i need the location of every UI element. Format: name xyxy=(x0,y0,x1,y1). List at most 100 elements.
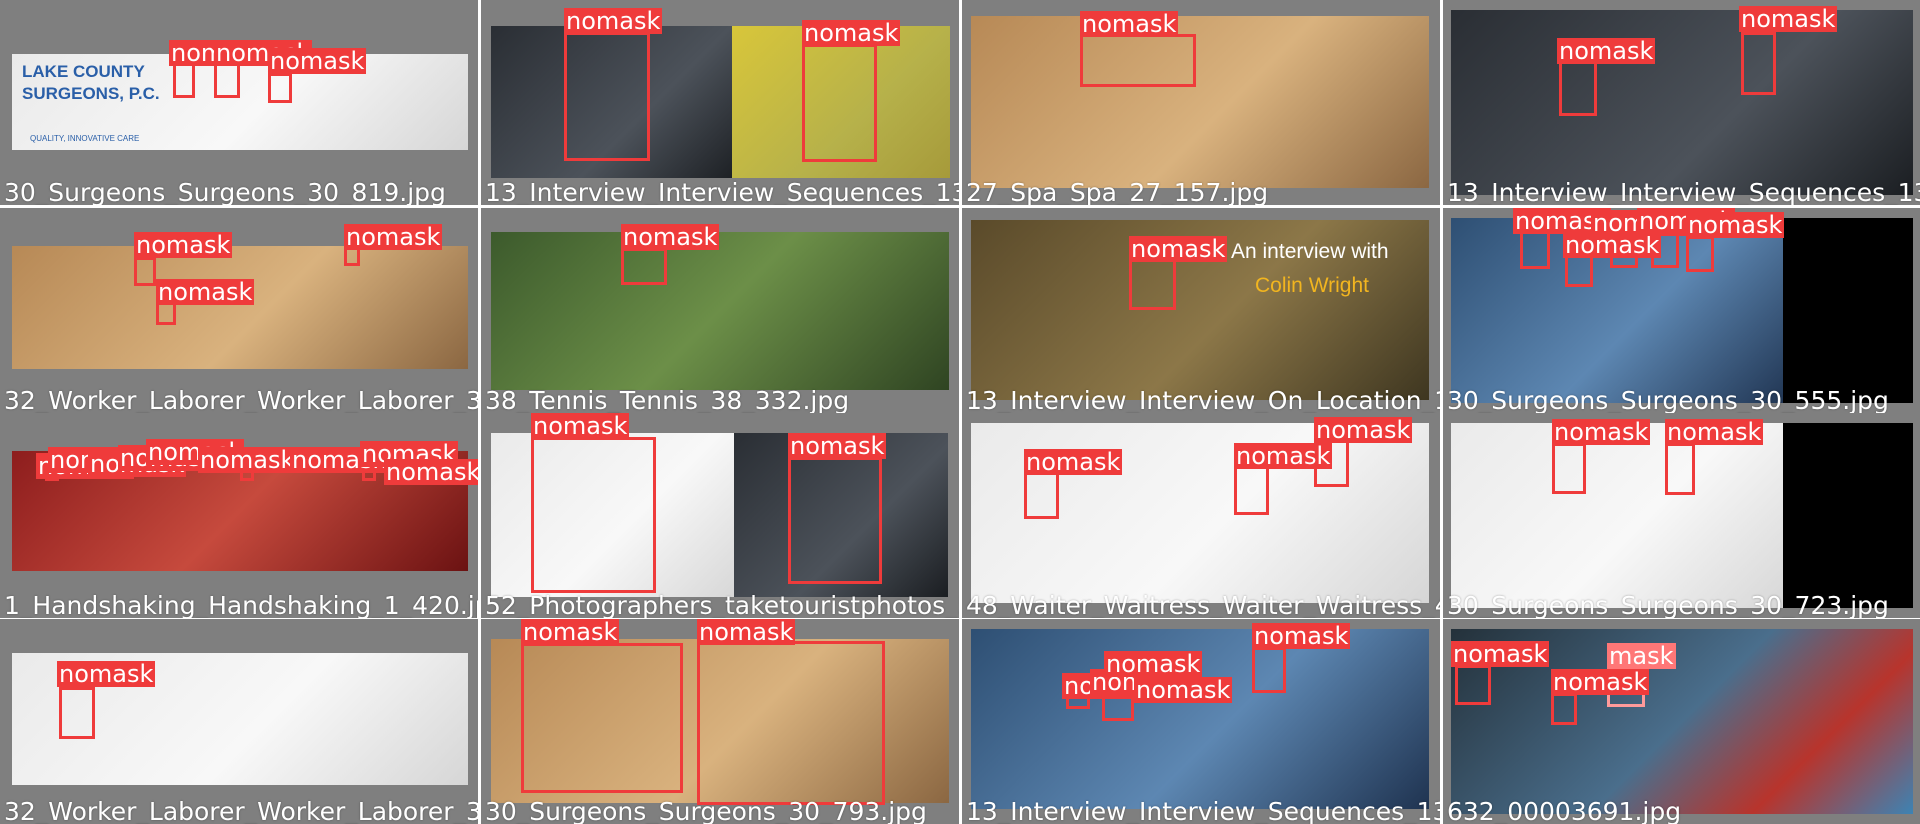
face-box xyxy=(1741,32,1776,95)
label-tag: nomask xyxy=(1104,650,1203,678)
label-tag: nomask xyxy=(384,459,478,485)
tile-photo: LAKE COUNTY SURGEONS, P.C. QUALITY, INNO… xyxy=(12,54,468,150)
file-caption: 1_Handshaking_Handshaking_1_420.jpg xyxy=(4,591,478,619)
tile-photo xyxy=(1451,423,1793,608)
label-tag: nomask xyxy=(1665,418,1764,446)
label-tag: nomask xyxy=(1134,676,1233,704)
face-box xyxy=(697,641,885,805)
face-box xyxy=(1234,465,1269,515)
face-box xyxy=(1520,230,1550,269)
label-tag: nomask xyxy=(156,278,255,306)
label-tag: nomask xyxy=(198,446,297,474)
label-tag: nomask xyxy=(1686,211,1785,239)
face-box xyxy=(1665,443,1695,495)
tile-11: nomask nomask nomask 48_Waiter_Waitress_… xyxy=(962,413,1440,618)
tile-16: nomask nomask mask 632_00003691.jpg xyxy=(1443,619,1920,824)
tile-14: nomask nomask 30_Surgeons_Surgeons_30_79… xyxy=(481,619,959,824)
tile-6: nomask 38_Tennis_Tennis_38_332.jpg xyxy=(481,208,959,413)
face-box xyxy=(1552,443,1586,494)
file-caption: 27_Spa_Spa_27_157.jpg xyxy=(966,178,1269,206)
label-tag: nomask xyxy=(621,223,720,251)
tile-7: An interview with Colin Wright nomask 13… xyxy=(962,208,1440,413)
face-box xyxy=(214,63,240,98)
face-box xyxy=(1559,56,1597,116)
file-caption: 13_Interview_Interview_Sequences_13_271 xyxy=(485,178,959,206)
label-tag: nomask xyxy=(1739,5,1838,33)
face-box xyxy=(1686,236,1714,272)
file-caption: 13_Interview_Interview_Sequences_13 xyxy=(1447,178,1920,206)
tile-photo xyxy=(1451,10,1913,195)
face-box xyxy=(173,63,195,98)
label-tag: nomask xyxy=(1252,622,1351,650)
tile-4: nomask nomask 13_Interview_Interview_Seq… xyxy=(1443,0,1920,205)
face-box xyxy=(564,32,650,161)
face-box xyxy=(134,257,156,286)
logo-text: LAKE COUNTY xyxy=(22,62,145,81)
file-caption: 30_Surgeons_Surgeons_30_723.jpg xyxy=(1447,591,1889,619)
face-box xyxy=(268,73,292,103)
logo-subtext: QUALITY, INNOVATIVE CARE xyxy=(30,134,140,143)
label-tag: nomask xyxy=(1129,235,1228,263)
label-tag: nomask xyxy=(1451,640,1550,668)
face-box xyxy=(1080,34,1196,87)
tile-9: nomask nomask nomask nomask nomask nomas… xyxy=(0,413,478,618)
overlay-title: An interview with xyxy=(1231,240,1389,263)
label-tag: nomask xyxy=(521,619,620,646)
label-tag: nomask xyxy=(697,619,796,646)
file-caption: 32_Worker_Laborer_Worker_Laborer_32_856 xyxy=(4,386,478,414)
label-tag: nomask xyxy=(1557,37,1656,65)
file-caption: 632_00003691.jpg xyxy=(1447,797,1682,824)
tile-photo xyxy=(491,232,949,390)
face-box xyxy=(521,643,683,793)
file-caption: 38_Tennis_Tennis_38_332.jpg xyxy=(485,386,850,414)
file-caption: 13_Interview_Interview_Sequences_13_ xyxy=(966,797,1440,824)
tile-photo xyxy=(12,246,468,369)
detection-grid: LAKE COUNTY SURGEONS, P.C. QUALITY, INNO… xyxy=(0,0,1920,824)
label-tag: nomask xyxy=(268,47,367,75)
file-caption: 30_Surgeons_Surgeons_30_555.jpg xyxy=(1447,386,1889,414)
label-tag: nomask xyxy=(1314,416,1413,444)
face-box xyxy=(531,437,656,593)
tile-5: nomask nomask nomask 32_Worker_Laborer_W… xyxy=(0,208,478,413)
label-tag: nomask xyxy=(1024,448,1123,476)
face-box xyxy=(1551,693,1577,725)
file-caption: 30_Surgeons_Surgeons_30_819.jpg xyxy=(4,178,446,206)
tile-3: nomask 27_Spa_Spa_27_157.jpg xyxy=(962,0,1440,205)
tile-12: nomask nomask 30_Surgeons_Surgeons_30_72… xyxy=(1443,413,1920,618)
label-tag: nomask xyxy=(788,432,887,460)
tile-photo xyxy=(971,16,1429,188)
overlay-name: Colin Wright xyxy=(1255,274,1369,297)
face-box xyxy=(1455,665,1491,705)
label-tag: nomask xyxy=(1080,10,1179,38)
label-tag: nomask xyxy=(564,7,663,35)
file-caption: 32_Worker_Laborer_Worker_Laborer_32_ xyxy=(4,797,478,824)
tile-13: nomask 32_Worker_Laborer_Worker_Laborer_… xyxy=(0,619,478,824)
file-caption: 13_Interview_Interview_On_Location_13_1 xyxy=(966,386,1440,414)
face-box xyxy=(1024,469,1059,519)
label-tag: nomask xyxy=(1551,668,1650,696)
face-box xyxy=(802,44,877,162)
label-tag: nomask xyxy=(802,19,901,47)
tile-1: LAKE COUNTY SURGEONS, P.C. QUALITY, INNO… xyxy=(0,0,478,205)
label-tag: nomask xyxy=(57,660,156,688)
tile-8: nomask nomask nomask nomask nomask 30_Su… xyxy=(1443,208,1920,413)
label-tag: nomask xyxy=(531,413,630,440)
face-box xyxy=(59,687,95,739)
logo-text: SURGEONS, P.C. xyxy=(22,84,160,103)
padding-area xyxy=(1783,218,1913,403)
face-box xyxy=(1252,647,1286,693)
face-box xyxy=(621,248,667,285)
padding-area xyxy=(1783,423,1913,608)
label-tag: nomask xyxy=(344,223,443,251)
label-tag: nomask xyxy=(134,231,233,259)
tile-15: nomask nomask nomask nomask nomask 13_In… xyxy=(962,619,1440,824)
file-caption: 48_Waiter_Waitress_Waiter_Waitress_48_1 xyxy=(966,591,1440,619)
file-caption: 30_Surgeons_Surgeons_30_793.jpg xyxy=(485,797,927,824)
label-tag-mask: mask xyxy=(1607,642,1676,670)
label-tag: nomask xyxy=(1552,418,1651,446)
tile-10: nomask nomask 52_Photographers_taketouri… xyxy=(481,413,959,618)
face-box xyxy=(788,457,882,584)
file-caption: 52_Photographers_taketouristphotos_52_1 xyxy=(485,591,959,619)
tile-2: nomask nomask 13_Interview_Interview_Seq… xyxy=(481,0,959,205)
label-tag: nomask xyxy=(1234,442,1333,470)
